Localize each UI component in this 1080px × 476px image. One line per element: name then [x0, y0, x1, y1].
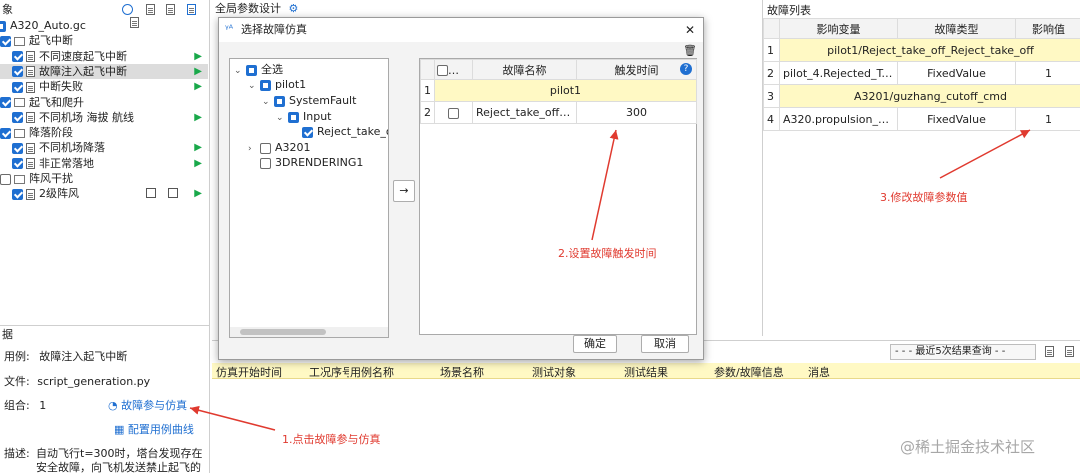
annotation-arrow-2 [592, 130, 616, 240]
watermark: @稀土掘金技术社区 [900, 436, 1035, 457]
annotation-step-2: 2.设置故障触发时间 [558, 245, 657, 261]
annotation-arrow-1 [190, 408, 275, 430]
annotation-arrows [0, 0, 1080, 473]
annotation-step-3: 3.修改故障参数值 [880, 189, 968, 205]
annotation-arrow-3 [940, 130, 1030, 178]
annotation-step-1: 1.点击故障参与仿真 [282, 431, 381, 447]
